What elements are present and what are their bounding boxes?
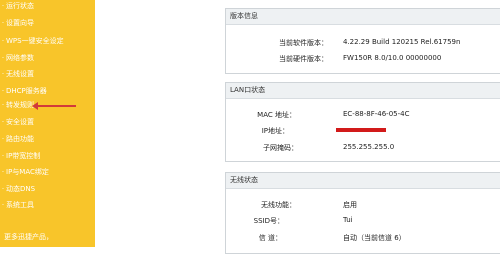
field-value: 255.255.255.0 <box>343 143 395 151</box>
field-value: FW150R 8.0/10.0 00000000 <box>343 54 442 62</box>
sidebar-item-label: IP与MAC绑定 <box>6 168 49 176</box>
sidebar-item-label: 网络参数 <box>6 54 34 62</box>
annotation-arrow <box>36 105 76 107</box>
sidebar-item-label: 无线设置 <box>6 70 34 78</box>
sidebar-item-routing[interactable]: · 路由功能 <box>0 135 34 144</box>
sidebar-item-ip-mac-binding[interactable]: · IP与MAC绑定 <box>0 168 49 177</box>
sidebar-item-label: 设置向导 <box>6 19 34 27</box>
sidebar-item-system-tools[interactable]: · 系统工具 <box>0 201 34 210</box>
field-label: 无线功能： <box>261 201 296 209</box>
redacted-ip-mark <box>336 128 386 132</box>
sidebar-item-label: 动态DNS <box>6 185 36 193</box>
panel-title: LAN口状态 <box>226 83 500 99</box>
sidebar-nav: · 运行状态 · 设置向导 · WPS一键安全设定 · 网络参数 · 无线设置 · DHCP… <box>0 0 95 247</box>
field-label: 当前硬件版本： <box>279 55 328 63</box>
sidebar-item-label: 系统工具 <box>6 201 34 209</box>
sidebar-item-label: 运行状态 <box>6 2 34 10</box>
field-label: 子网掩码： <box>263 144 298 152</box>
sidebar-item-bandwidth[interactable]: · IP带宽控制 <box>0 152 40 161</box>
field-value: EC-88-8F-46-05-4C <box>343 110 410 118</box>
field-value: 4.22.29 Build 120215 Rel.61759n <box>343 38 461 46</box>
sidebar-item-security[interactable]: · 安全设置 <box>0 118 34 127</box>
panel-title: 版本信息 <box>226 9 500 25</box>
field-value: 自动（当前信道 6） <box>343 234 406 242</box>
field-label: 当前软件版本： <box>279 39 328 47</box>
field-value: 启用 <box>343 201 357 209</box>
sidebar-item-label: WPS一键安全设定 <box>6 37 64 45</box>
sidebar-item-label: IP带宽控制 <box>6 152 41 160</box>
sidebar-item-wps[interactable]: · WPS一键安全设定 <box>0 37 64 46</box>
sidebar-item-network[interactable]: · 网络参数 <box>0 54 34 63</box>
field-value: Tui <box>343 216 353 224</box>
sidebar-item-label: DHCP服务器 <box>6 87 47 95</box>
sidebar-item-ddns[interactable]: · 动态DNS <box>0 185 35 194</box>
sidebar-item-label: 转发规则 <box>6 101 34 109</box>
field-label: 信 道： <box>258 234 282 242</box>
sidebar-item-setup-wizard[interactable]: · 设置向导 <box>0 19 34 28</box>
sidebar-item-dhcp[interactable]: · DHCP服务器 <box>0 87 47 96</box>
sidebar-item-label: 安全设置 <box>6 118 34 126</box>
sidebar-item-forwarding[interactable]: · 转发规则 <box>0 101 34 110</box>
sidebar-item-label: 路由功能 <box>6 135 34 143</box>
field-label: MAC 地址： <box>257 111 296 119</box>
field-label: IP地址： <box>261 127 289 135</box>
sidebar-more-products-link[interactable]: 更多迅捷产品， <box>4 233 53 242</box>
sidebar-item-run-status[interactable]: · 运行状态 <box>0 2 34 11</box>
sidebar-item-label: 更多迅捷产品， <box>4 233 53 241</box>
sidebar-item-wireless[interactable]: · 无线设置 <box>0 70 34 79</box>
panel-title: 无线状态 <box>226 173 500 189</box>
field-label: SSID号： <box>253 217 284 225</box>
